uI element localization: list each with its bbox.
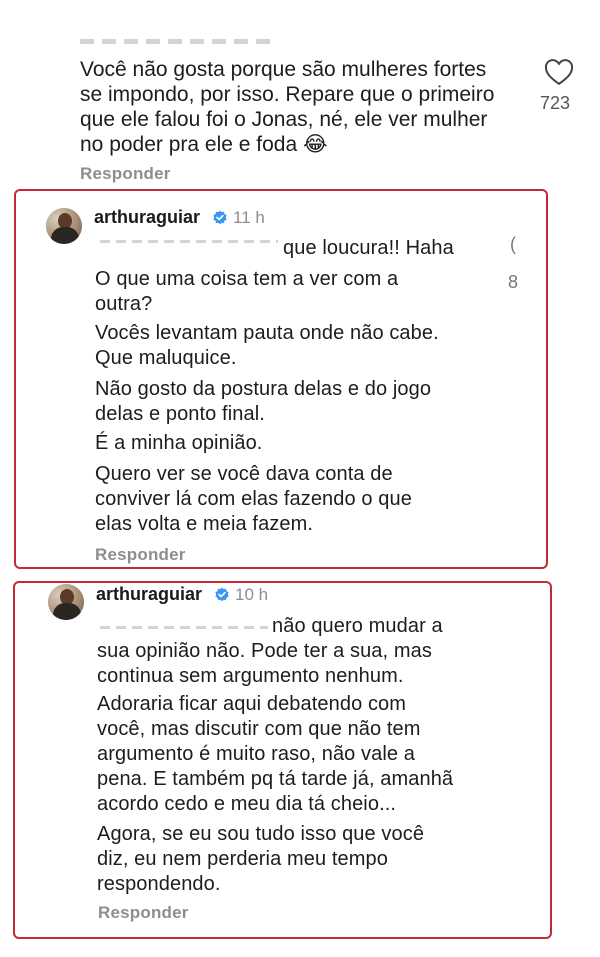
timestamp: 10 h xyxy=(235,585,269,604)
reply-first-line: que loucura!! Haha xyxy=(283,237,454,259)
reply-paragraph: não quero mudar a sua opinião não. Pode … xyxy=(97,615,443,687)
avatar[interactable] xyxy=(48,584,84,620)
reply-button[interactable]: Responder xyxy=(98,903,189,923)
redacted-mention xyxy=(100,240,278,243)
verified-badge-icon xyxy=(213,210,227,225)
reply-paragraph: Adoraria ficar aqui debatendo com você, … xyxy=(97,693,454,815)
username[interactable]: arthuraguiar xyxy=(96,584,202,605)
like-count: 723 xyxy=(540,93,571,113)
reply-paragraph: O que uma coisa tem a ver com a outra? xyxy=(95,268,399,315)
reply-paragraph: Quero ver se você dava conta de conviver… xyxy=(95,463,412,535)
reply-paragraph: Agora, se eu sou tudo isso que você diz,… xyxy=(97,823,425,895)
reply-button[interactable]: Responder xyxy=(95,545,186,565)
cut-off-heart-icon[interactable]: ( xyxy=(510,234,516,255)
cut-off-like-count: 8 xyxy=(508,272,519,292)
comment-text: Você não gosta porque são mulheres forte… xyxy=(80,58,495,156)
avatar[interactable] xyxy=(46,208,82,244)
reply-paragraph: Vocês levantam pauta onde não cabe. Que … xyxy=(95,322,439,369)
timestamp: 11 h xyxy=(233,208,265,227)
cut-off-username xyxy=(80,28,280,44)
heart-icon[interactable] xyxy=(544,58,574,86)
reply-paragraph: É a minha opinião. xyxy=(95,432,263,454)
reply-button[interactable]: Responder xyxy=(80,164,171,184)
username[interactable]: arthuraguiar xyxy=(94,207,200,228)
reply-paragraph: Não gosto da postura delas e do jogo del… xyxy=(95,378,432,425)
verified-badge-icon xyxy=(215,587,229,602)
